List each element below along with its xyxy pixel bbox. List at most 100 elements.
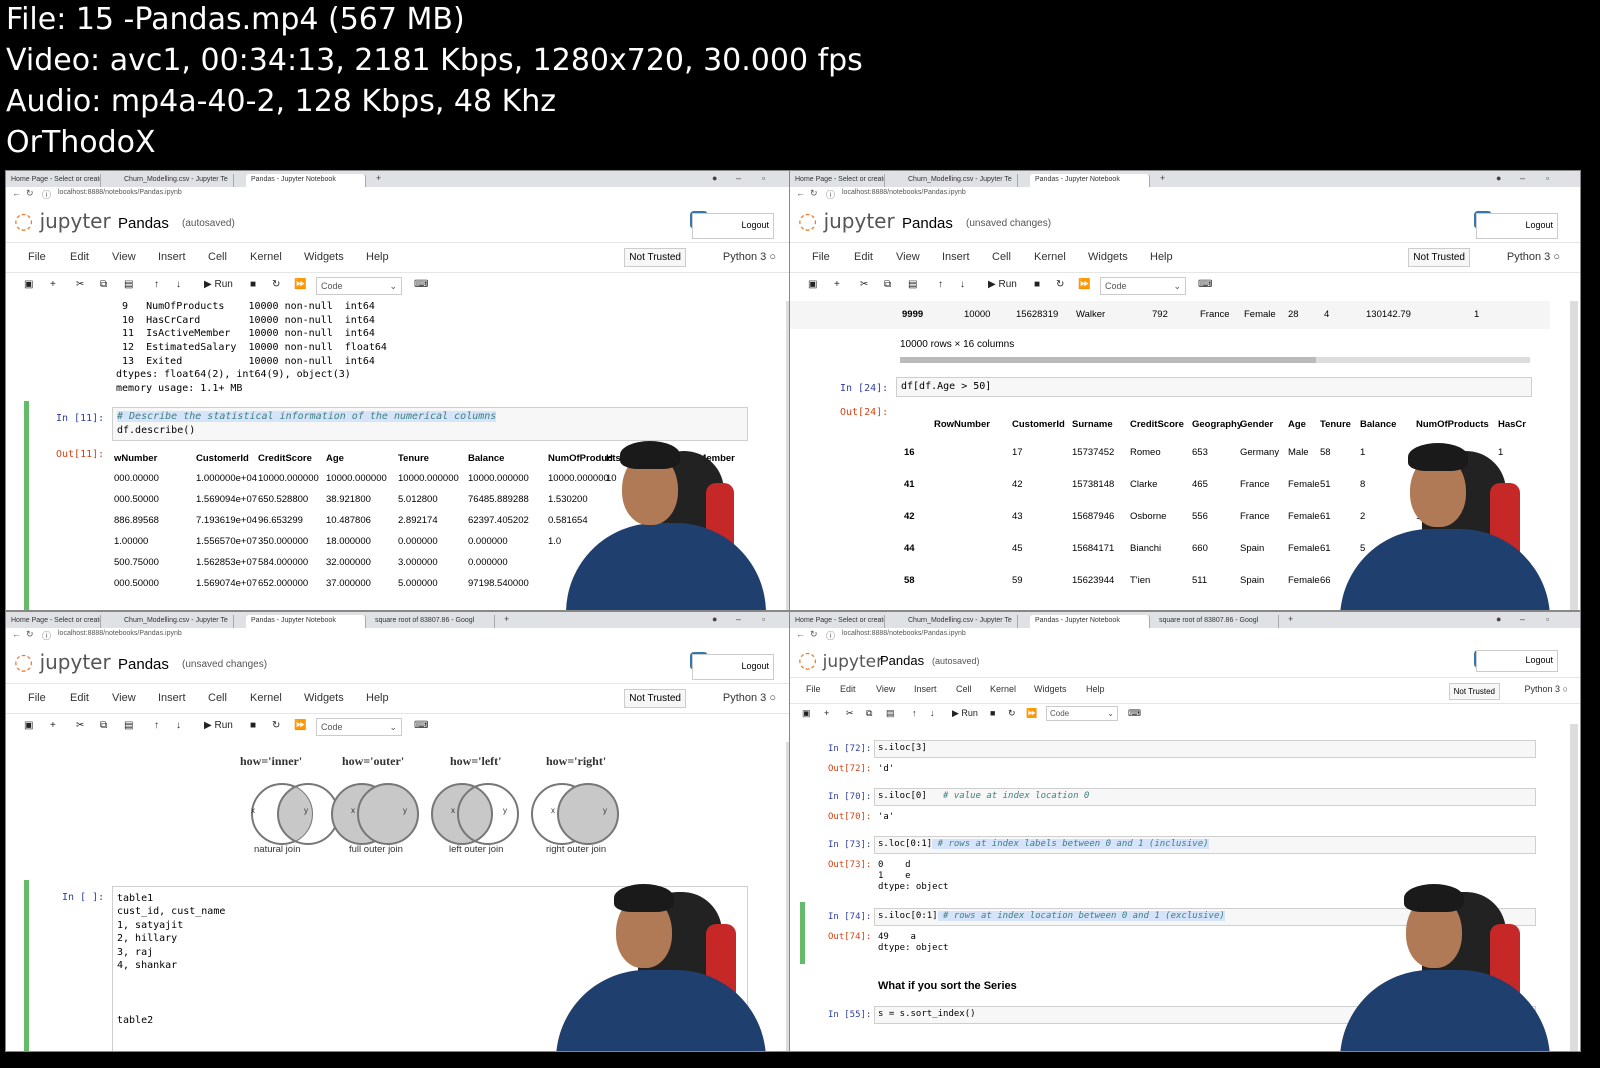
cut-icon[interactable]: ✂ — [860, 279, 868, 290]
browser-tab-active[interactable]: Pandas - Jupyter Notebook — [246, 615, 366, 628]
menu-view[interactable]: View — [112, 251, 136, 263]
fast-forward-icon[interactable]: ⏩ — [1026, 708, 1037, 719]
minimize-icon[interactable]: – — [736, 614, 741, 624]
keyboard-icon[interactable]: ⌨ — [1128, 708, 1141, 719]
reload-icon[interactable]: ↻ — [810, 629, 818, 640]
menu-file[interactable]: File — [812, 251, 830, 263]
menu-widgets[interactable]: Widgets — [1088, 251, 1128, 263]
keyboard-icon[interactable]: ⌨ — [414, 720, 428, 731]
reload-icon[interactable]: ↻ — [810, 188, 818, 199]
reload-icon[interactable]: ↻ — [26, 188, 34, 199]
reload-icon[interactable]: ↻ — [26, 629, 34, 640]
restore-icon[interactable]: ▫ — [1546, 173, 1549, 183]
not-trusted-button[interactable]: Not Trusted — [1448, 683, 1500, 700]
cut-icon[interactable]: ✂ — [76, 720, 84, 731]
back-icon[interactable]: ← — [12, 629, 21, 639]
run-button[interactable]: ▶ Run — [204, 720, 233, 731]
scroll-thumb[interactable] — [900, 357, 1316, 363]
menu-file[interactable]: File — [806, 684, 821, 694]
cell-type-select[interactable]: Code ⌄ — [1046, 706, 1118, 721]
notebook-name[interactable]: Pandas — [880, 653, 924, 668]
move-down-icon[interactable]: ↓ — [176, 720, 181, 731]
code-cell-input[interactable]: s.loc[0:1] # rows at index labels betwee… — [874, 836, 1536, 854]
paste-icon[interactable]: ▤ — [908, 279, 917, 290]
move-up-icon[interactable]: ↑ — [154, 279, 159, 290]
run-button[interactable]: ▶ Run — [204, 279, 233, 290]
browser-tab[interactable]: square root of 83807.86 - Googl — [1154, 615, 1279, 628]
menu-cell[interactable]: Cell — [208, 251, 227, 263]
address-bar[interactable]: localhost:8888/notebooks/Pandas.ipynb — [790, 187, 1580, 201]
browser-tab[interactable]: Home Page - Select or create a n — [790, 615, 885, 628]
menu-view[interactable]: View — [896, 251, 920, 263]
menu-insert[interactable]: Insert — [914, 684, 937, 694]
copy-icon[interactable]: ⧉ — [884, 279, 891, 290]
save-icon[interactable]: ▣ — [24, 720, 33, 731]
menu-help[interactable]: Help — [366, 692, 389, 704]
move-down-icon[interactable]: ↓ — [930, 708, 935, 718]
menu-file[interactable]: File — [28, 251, 46, 263]
run-button[interactable]: ▶ Run — [952, 708, 978, 719]
menu-help[interactable]: Help — [1086, 684, 1105, 694]
logout-button[interactable]: Logout — [692, 213, 774, 239]
browser-tab[interactable]: Churn_Modelling.csv - Jupyter Te — [903, 615, 1018, 628]
back-icon[interactable]: ← — [12, 188, 21, 198]
address-bar[interactable]: localhost:8888/notebooks/Pandas.ipynb — [6, 628, 796, 642]
move-down-icon[interactable]: ↓ — [176, 279, 181, 290]
minimize-icon[interactable]: – — [1520, 614, 1525, 624]
menu-insert[interactable]: Insert — [158, 692, 186, 704]
restore-icon[interactable]: ▫ — [762, 614, 765, 624]
code-cell-input[interactable]: s.iloc[3] — [874, 740, 1536, 758]
browser-tab[interactable]: Home Page - Select or create a n — [6, 615, 101, 628]
logout-button[interactable]: Logout — [1476, 213, 1558, 239]
save-icon[interactable]: ▣ — [808, 279, 817, 290]
cut-icon[interactable]: ✂ — [846, 708, 854, 719]
stop-icon[interactable]: ■ — [250, 279, 256, 290]
add-cell-icon[interactable]: + — [50, 720, 56, 731]
fast-forward-icon[interactable]: ⏩ — [1078, 279, 1090, 290]
menu-edit[interactable]: Edit — [854, 251, 873, 263]
menu-kernel[interactable]: Kernel — [250, 251, 282, 263]
menu-help[interactable]: Help — [1150, 251, 1173, 263]
browser-tab-active[interactable]: Pandas - Jupyter Notebook — [1030, 615, 1150, 628]
notebook-name[interactable]: Pandas — [118, 656, 169, 673]
browser-tab[interactable]: Churn_Modelling.csv - Jupyter Te — [119, 615, 234, 628]
menu-edit[interactable]: Edit — [70, 692, 89, 704]
menu-insert[interactable]: Insert — [942, 251, 970, 263]
move-up-icon[interactable]: ↑ — [938, 279, 943, 290]
horizontal-scrollbar[interactable] — [900, 357, 1530, 363]
menu-widgets[interactable]: Widgets — [304, 251, 344, 263]
menu-widgets[interactable]: Widgets — [1034, 684, 1067, 694]
restore-icon[interactable]: ▫ — [762, 173, 765, 183]
jupyter-logo[interactable]: ◌ jupyter — [798, 648, 883, 673]
jupyter-logo[interactable]: ◌ jupyter — [798, 209, 895, 234]
menu-file[interactable]: File — [28, 692, 46, 704]
back-icon[interactable]: ← — [796, 188, 805, 198]
menu-cell[interactable]: Cell — [956, 684, 972, 694]
code-cell-input[interactable]: s.iloc[0] # value at index location 0 — [874, 788, 1536, 806]
minimize-icon[interactable]: – — [736, 173, 741, 183]
move-up-icon[interactable]: ↑ — [154, 720, 159, 731]
browser-tab[interactable]: Home Page - Select or create a n — [6, 174, 101, 187]
restart-icon[interactable]: ↻ — [272, 279, 280, 290]
paste-icon[interactable]: ▤ — [886, 708, 895, 719]
browser-tab[interactable]: Home Page - Select or create a n — [790, 174, 885, 187]
browser-tab[interactable]: Churn_Modelling.csv - Jupyter Te — [903, 174, 1018, 187]
restore-icon[interactable]: ▫ — [1546, 614, 1549, 624]
stop-icon[interactable]: ■ — [250, 720, 256, 731]
menu-kernel[interactable]: Kernel — [990, 684, 1016, 694]
address-bar[interactable]: localhost:8888/notebooks/Pandas.ipynb — [6, 187, 796, 201]
logout-button[interactable]: Logout — [692, 654, 774, 680]
back-icon[interactable]: ← — [796, 629, 805, 639]
menu-insert[interactable]: Insert — [158, 251, 186, 263]
add-cell-icon[interactable]: + — [834, 279, 840, 290]
add-cell-icon[interactable]: + — [824, 708, 829, 718]
code-cell-input[interactable]: df[df.Age > 50] — [896, 377, 1532, 397]
copy-icon[interactable]: ⧉ — [866, 708, 872, 719]
cell-type-select[interactable]: Code ⌄ — [1100, 277, 1186, 295]
not-trusted-button[interactable]: Not Trusted — [624, 248, 686, 267]
paste-icon[interactable]: ▤ — [124, 279, 133, 290]
restart-icon[interactable]: ↻ — [1008, 708, 1016, 719]
move-up-icon[interactable]: ↑ — [912, 708, 917, 718]
fast-forward-icon[interactable]: ⏩ — [294, 720, 306, 731]
run-button[interactable]: ▶ Run — [988, 279, 1017, 290]
